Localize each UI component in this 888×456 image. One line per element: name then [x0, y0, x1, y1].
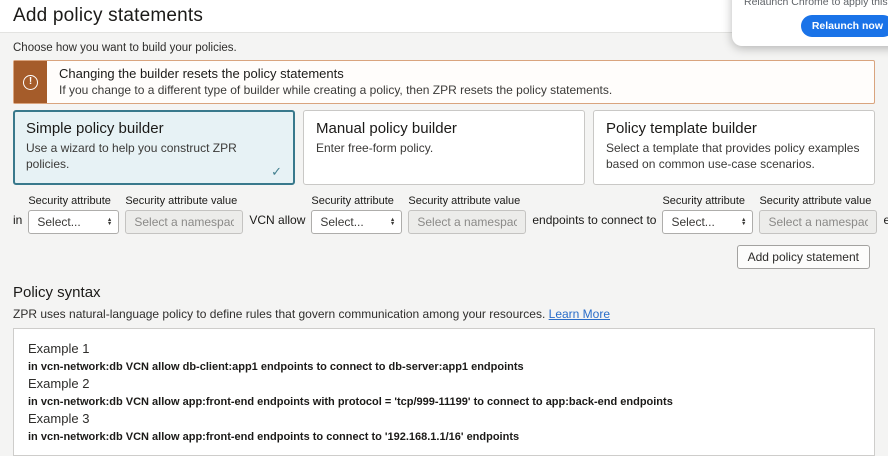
statement-connector-vcn-allow: VCN allow	[249, 213, 305, 234]
example-label: Example 2	[28, 376, 860, 391]
example-statement: in vcn-network:db VCN allow app:front-en…	[28, 396, 860, 408]
relaunch-now-button[interactable]: Relaunch now	[801, 15, 888, 37]
selected-check-icon: ✓	[271, 164, 282, 180]
policy-examples-box: Example 1 in vcn-network:db VCN allow db…	[13, 328, 875, 456]
example-statement: in vcn-network:db VCN allow app:front-en…	[28, 431, 860, 443]
security-attribute-value-label: Security attribute value	[408, 195, 526, 207]
security-attribute-value-label: Security attribute value	[125, 195, 243, 207]
security-attribute-label: Security attribute	[28, 195, 119, 207]
select-value: Select...	[320, 215, 363, 229]
warning-exclamation-icon: !	[23, 75, 38, 90]
security-attribute-value-input-2[interactable]	[408, 210, 526, 234]
warning-text: Changing the builder resets the policy s…	[47, 61, 624, 103]
builder-card-row: Simple policy builder Use a wizard to he…	[13, 110, 875, 185]
security-attribute-select-2[interactable]: Select... ▲▼	[311, 210, 402, 234]
statement-group-2: Security attribute Select... ▲▼ Security…	[311, 195, 526, 234]
security-attribute-label: Security attribute	[662, 195, 753, 207]
statement-prefix-in: in	[13, 213, 22, 234]
add-statement-row: Add policy statement	[13, 245, 875, 269]
card-description: Use a wizard to help you construct ZPR p…	[26, 141, 282, 172]
card-manual-policy-builder[interactable]: Manual policy builder Enter free-form po…	[303, 110, 585, 185]
statement-group-1: Security attribute Select... ▲▼ Security…	[28, 195, 243, 234]
page-title: Add policy statements	[13, 5, 203, 27]
security-attribute-select-3[interactable]: Select... ▲▼	[662, 210, 753, 234]
card-title: Simple policy builder	[26, 120, 282, 137]
select-updown-chevron-icon: ▲▼	[107, 218, 112, 227]
statement-group-3: Security attribute Select... ▲▼ Security…	[662, 195, 877, 234]
card-simple-policy-builder[interactable]: Simple policy builder Use a wizard to he…	[13, 110, 295, 185]
statement-suffix-endpoints: endpoints	[883, 213, 888, 234]
select-updown-chevron-icon: ▲▼	[741, 218, 746, 227]
security-attribute-value-input-1[interactable]	[125, 210, 243, 234]
card-policy-template-builder[interactable]: Policy template builder Select a templat…	[593, 110, 875, 185]
example-statement: in vcn-network:db VCN allow db-client:ap…	[28, 361, 860, 373]
card-title: Manual policy builder	[316, 120, 572, 137]
security-attribute-value-label: Security attribute value	[759, 195, 877, 207]
security-attribute-value-input-3[interactable]	[759, 210, 877, 234]
relaunch-message: Relaunch Chrome to apply this update	[744, 0, 888, 8]
security-attribute-label: Security attribute	[311, 195, 402, 207]
select-value: Select...	[37, 215, 80, 229]
policy-syntax-description-text: ZPR uses natural-language policy to defi…	[13, 307, 545, 321]
card-description: Select a template that provides policy e…	[606, 141, 862, 172]
warning-title: Changing the builder resets the policy s…	[59, 66, 612, 81]
card-description: Enter free-form policy.	[316, 141, 572, 157]
chrome-relaunch-popup: Relaunch Chrome to apply this update Rel…	[732, 0, 888, 46]
card-title: Policy template builder	[606, 120, 862, 137]
learn-more-link[interactable]: Learn More	[549, 307, 610, 321]
warning-banner: ! Changing the builder resets the policy…	[13, 60, 875, 104]
warning-description: If you change to a different type of bui…	[59, 83, 612, 97]
policy-syntax-description: ZPR uses natural-language policy to defi…	[13, 307, 875, 321]
policy-statement-row: in Security attribute Select... ▲▼ Secur…	[13, 195, 875, 234]
main-content: Choose how you want to build your polici…	[0, 42, 888, 456]
security-attribute-select-1[interactable]: Select... ▲▼	[28, 210, 119, 234]
policy-syntax-heading: Policy syntax	[13, 284, 875, 301]
select-updown-chevron-icon: ▲▼	[390, 218, 395, 227]
statement-connector-endpoints-to-connect-to: endpoints to connect to	[532, 213, 656, 234]
example-label: Example 1	[28, 341, 860, 356]
example-label: Example 3	[28, 411, 860, 426]
select-value: Select...	[671, 215, 714, 229]
warning-accent-strip: !	[14, 61, 47, 103]
add-policy-statement-button[interactable]: Add policy statement	[737, 245, 870, 269]
